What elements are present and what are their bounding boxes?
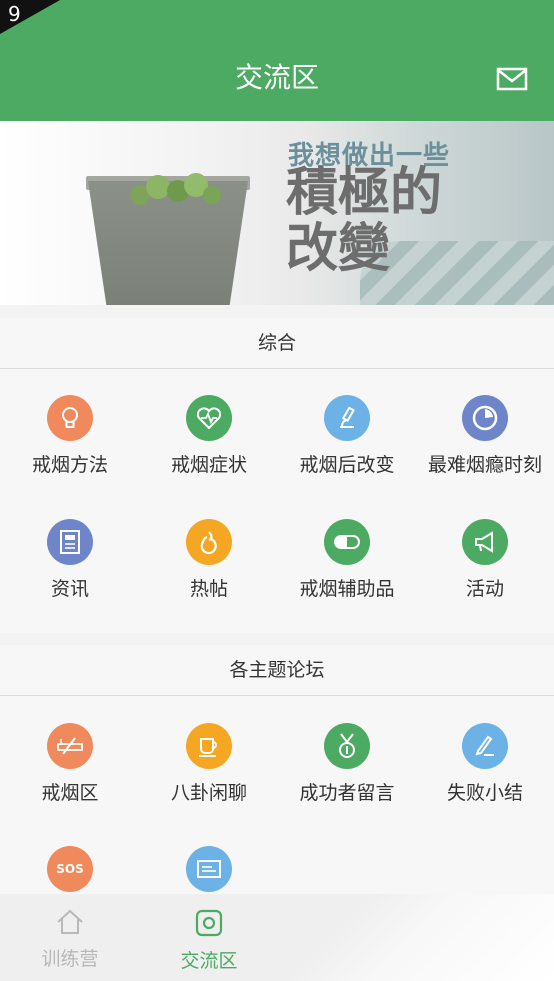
heart-pulse-icon [186, 395, 232, 441]
grid-item-label: 最难烟瘾时刻 [427, 454, 542, 476]
banner-headline-line2: 改變 [286, 218, 391, 279]
grid-item-hot-posts[interactable]: 热帖 [140, 519, 278, 601]
grid-item-aids[interactable]: 戒烟辅助品 [278, 519, 416, 601]
banner-headline: 積極的 改變 [286, 165, 442, 277]
pen-icon [462, 723, 508, 769]
grid-item-quit-methods[interactable]: 戒烟方法 [1, 395, 139, 477]
status-indicator: 9 [8, 2, 21, 26]
banner-headline-line1: 積極的 [286, 162, 443, 223]
grid-item-label: 戒烟后改变 [299, 454, 395, 476]
home-icon [57, 909, 83, 934]
grid-item-label: 八卦闲聊 [170, 782, 247, 804]
succulent-plant-image [130, 173, 221, 205]
clock-icon [462, 395, 508, 441]
bottom-tab-bar: 训练营 交流区 [0, 894, 554, 981]
grid-item-quit-zone[interactable]: 戒烟区 [1, 723, 139, 805]
grid-item-changes[interactable]: 戒烟后改变 [278, 395, 416, 477]
grid-item-failure-summary[interactable]: 失败小结 [416, 723, 554, 805]
medal-icon [324, 723, 370, 769]
grid-item-label: 热帖 [189, 578, 228, 600]
grid-item-chitchat[interactable]: 八卦闲聊 [140, 723, 278, 805]
no-smoking-icon [47, 723, 93, 769]
grid-item-news[interactable]: 资讯 [1, 519, 139, 601]
grid-item-hardest-moment[interactable]: 最难烟瘾时刻 [416, 395, 554, 477]
grid-item-label: 戒烟辅助品 [299, 578, 395, 600]
section-title-forums: 各主题论坛 [0, 645, 554, 696]
grid-item-label: 戒烟方法 [31, 454, 108, 476]
tab-label: 训练营 [41, 948, 99, 970]
grid-item-events[interactable]: 活动 [416, 519, 554, 601]
mail-icon[interactable] [496, 64, 528, 94]
grid-item-label: 戒烟症状 [170, 454, 247, 476]
grid-item-card[interactable] [140, 846, 278, 892]
pill-icon [324, 519, 370, 565]
grid-item-label: 戒烟区 [41, 782, 99, 804]
tab-label: 交流区 [180, 950, 238, 972]
page-title: 交流区 [234, 61, 319, 94]
lightbulb-icon [47, 395, 93, 441]
grid-item-success-messages[interactable]: 成功者留言 [278, 723, 416, 805]
grid-item-label: 活动 [465, 578, 504, 600]
sos-icon: SOS [47, 846, 93, 892]
section-title-general: 综合 [0, 318, 554, 369]
chat-icon [195, 909, 223, 937]
grid-item-label: 资讯 [50, 578, 89, 600]
microscope-icon [324, 395, 370, 441]
grid-item-sos[interactable]: SOS [1, 846, 139, 892]
general-grid: 戒烟方法 戒烟症状 戒烟后改变 最难烟瘾时刻 资讯 热帖 戒烟辅助品 活动 [0, 369, 554, 633]
app-header: 9 交流区 [0, 0, 554, 121]
grid-item-quit-symptoms[interactable]: 戒烟症状 [140, 395, 278, 477]
tab-community[interactable]: 交流区 [140, 908, 278, 973]
megaphone-icon [462, 519, 508, 565]
card-icon [186, 846, 232, 892]
forums-grid: 戒烟区 八卦闲聊 成功者留言 失败小结 SOS [0, 696, 554, 896]
grid-item-label: 失败小结 [446, 782, 523, 804]
newspaper-icon [47, 519, 93, 565]
fire-icon [186, 519, 232, 565]
coffee-cup-icon [186, 723, 232, 769]
grid-item-label: 成功者留言 [299, 782, 395, 804]
tab-training-camp[interactable]: 训练营 [1, 908, 139, 971]
promo-banner[interactable]: 我想做出一些 積極的 改變 [0, 121, 554, 305]
